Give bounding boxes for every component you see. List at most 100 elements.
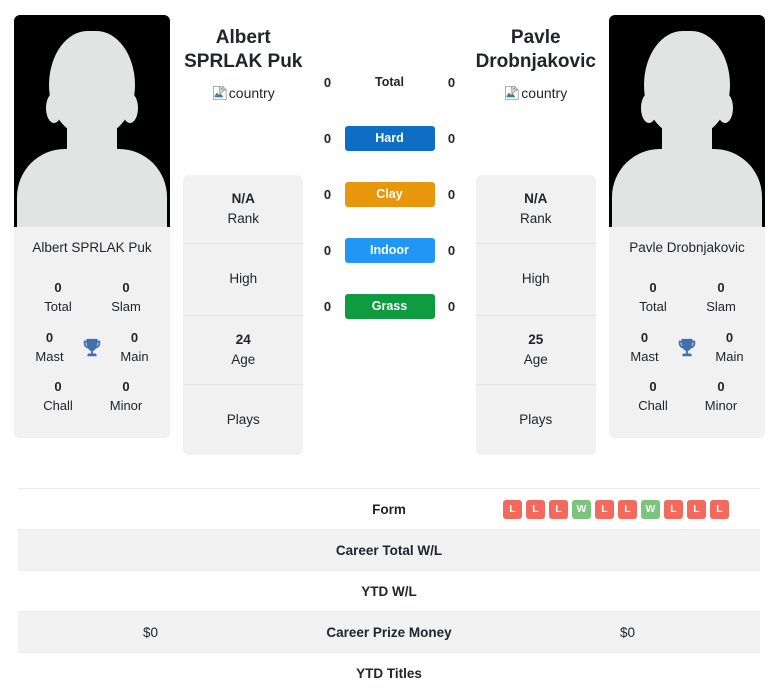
form-badge-loss[interactable]: L: [549, 499, 568, 519]
left-ytd-titles-value: [18, 653, 283, 694]
stat-label-form: Form: [372, 501, 406, 517]
left-player-info-column: Albert SPRLAK Puk country N/A Rank High …: [170, 10, 317, 456]
right-chall-titles: 0 Chall: [619, 378, 687, 416]
left-player-first-name: Albert: [215, 27, 271, 48]
comparison-stats-table: Form L L L W L L W L L L Career Total W/L YTD W/L $0 C…: [18, 488, 760, 694]
right-player-country: country: [463, 83, 610, 103]
broken-image-icon: [504, 85, 520, 101]
stat-label-ytd-w-l: YTD W/L: [361, 583, 417, 599]
left-high-label: High: [229, 271, 258, 287]
right-slam-titles-value: 0: [717, 280, 725, 295]
right-player-info-card: N/A Rank High 25 Age Plays: [475, 174, 596, 456]
left-player-name: Albert SPRLAK Puk: [170, 26, 317, 74]
right-player-first-name: Pavle: [510, 27, 561, 48]
right-minor-titles: 0 Minor: [687, 378, 755, 416]
comparison-header: Albert SPRLAK Puk 0 Total 0 Slam 0 Mast: [0, 0, 779, 456]
right-player-titles-grid: 0 Total 0 Slam 0 Mast 0 Main 0 Chall 0 M…: [609, 269, 765, 439]
left-mast-titles-label: Mast: [35, 348, 64, 364]
right-main-titles-value: 0: [725, 329, 734, 345]
form-badge-loss[interactable]: L: [503, 499, 522, 519]
right-grass-titles-value: 0: [447, 298, 456, 314]
surface-label-clay[interactable]: Clay: [344, 181, 435, 207]
right-career-prize-money-value: $0: [619, 624, 636, 640]
form-badge-loss[interactable]: L: [664, 499, 683, 519]
form-badge-loss[interactable]: L: [526, 499, 545, 519]
table-row: Form L L L W L L W L L L: [18, 488, 760, 530]
right-rank-label: Rank: [519, 211, 552, 227]
left-mast-titles-value: 0: [45, 329, 54, 345]
stat-label-ytd-titles: YTD Titles: [356, 665, 422, 681]
form-badges: LLLWLLWLLL: [503, 499, 752, 519]
left-plays-label: Plays: [226, 412, 260, 428]
left-total-titles-value: 0: [323, 74, 332, 90]
surface-row-hard: 0 Hard 0: [317, 124, 463, 152]
left-rank-label: Rank: [227, 211, 259, 227]
right-age-value: 25: [528, 331, 544, 347]
left-slam-titles: 0 Slam: [92, 279, 160, 317]
right-ytd-titles-value: [495, 653, 760, 694]
right-titles-row-3: 0 Chall 0 Minor: [609, 372, 765, 422]
left-chall-titles: 0 Chall: [24, 378, 92, 416]
right-player-photo-card[interactable]: Pavle Drobnjakovic 0 Total 0 Slam 0 Mast…: [609, 15, 765, 439]
surface-row-grass: 0 Grass 0: [317, 292, 463, 320]
left-titles-row-3: 0 Chall 0 Minor: [14, 372, 170, 422]
right-career-total-w-l-value: [495, 530, 760, 571]
left-main-titles: 0 Main: [109, 329, 160, 367]
left-mast-titles: 0 Mast: [24, 329, 75, 367]
form-badge-win[interactable]: W: [572, 499, 591, 519]
right-player-name: Pavle Drobnjakovic: [463, 26, 610, 74]
surface-label-total: Total: [375, 74, 404, 89]
left-main-titles-value: 0: [130, 329, 139, 345]
table-row: YTD Titles: [18, 652, 760, 694]
left-slam-titles-value: 0: [122, 280, 130, 295]
right-chall-titles-label: Chall: [638, 398, 668, 414]
right-slam-titles-label: Slam: [706, 298, 736, 314]
surface-label-indoor[interactable]: Indoor: [344, 237, 435, 263]
avatar-silhouette-ear-right: [122, 93, 138, 123]
right-hard-titles-value: 0: [447, 130, 456, 146]
left-player-info-card: N/A Rank High 24 Age Plays: [183, 174, 304, 456]
form-badge-loss[interactable]: L: [687, 499, 706, 519]
right-plays-label: Plays: [519, 412, 553, 428]
left-age-label: Age: [231, 351, 256, 367]
right-rank-value: N/A: [524, 190, 548, 206]
right-high-label: High: [521, 271, 550, 287]
right-player-last-name: Drobnjakovic: [475, 50, 596, 72]
right-titles-row-1: 0 Total 0 Slam: [609, 273, 765, 323]
left-career-total-w-l-value: [18, 530, 283, 571]
right-total-titles-label: Total: [639, 298, 667, 314]
form-badge-loss[interactable]: L: [595, 499, 614, 519]
left-chall-titles-label: Chall: [43, 398, 73, 414]
surface-titles-column: 0 Total 0 0 Hard 0 0 Clay 0 0 Indoor 0 0 Grass 0: [317, 10, 463, 320]
left-main-titles-label: Main: [120, 348, 149, 364]
left-player-photo-card[interactable]: Albert SPRLAK Puk 0 Total 0 Slam 0 Mast: [14, 15, 170, 439]
surface-label-hard[interactable]: Hard: [344, 125, 435, 151]
form-badge-loss[interactable]: L: [710, 499, 729, 519]
surface-label-grass[interactable]: Grass: [344, 293, 435, 319]
table-row: $0 Career Prize Money $0: [18, 611, 760, 653]
form-badge-loss[interactable]: L: [618, 499, 637, 519]
avatar-silhouette-ear-left: [641, 93, 657, 123]
left-player-photo-name: Albert SPRLAK Puk: [14, 227, 170, 269]
right-main-titles: 0 Main: [704, 329, 755, 367]
left-chall-titles-value: 0: [54, 379, 62, 395]
left-grass-titles-value: 0: [323, 298, 332, 314]
right-slam-titles: 0 Slam: [687, 279, 755, 317]
broken-image-icon: [212, 85, 228, 101]
left-player-avatar: [14, 15, 170, 227]
stat-label-career-prize-money: Career Prize Money: [326, 624, 452, 640]
right-plays-cell: Plays: [476, 385, 596, 455]
left-player-country: country: [170, 83, 317, 103]
right-mast-titles: 0 Mast: [619, 329, 670, 367]
right-indoor-titles-value: 0: [447, 242, 456, 258]
right-player-photo-name: Pavle Drobnjakovic: [609, 227, 765, 269]
left-career-prize-money-value: $0: [142, 624, 159, 640]
left-total-titles-value: 0: [54, 280, 62, 295]
right-total-titles-value: 0: [447, 74, 456, 90]
left-form-value: [18, 489, 283, 530]
left-hard-titles-value: 0: [323, 130, 332, 146]
table-row: YTD W/L: [18, 570, 760, 612]
form-badge-win[interactable]: W: [641, 499, 660, 519]
player-comparison-page: Albert SPRLAK Puk 0 Total 0 Slam 0 Mast: [0, 0, 779, 699]
left-plays-cell: Plays: [183, 385, 303, 455]
